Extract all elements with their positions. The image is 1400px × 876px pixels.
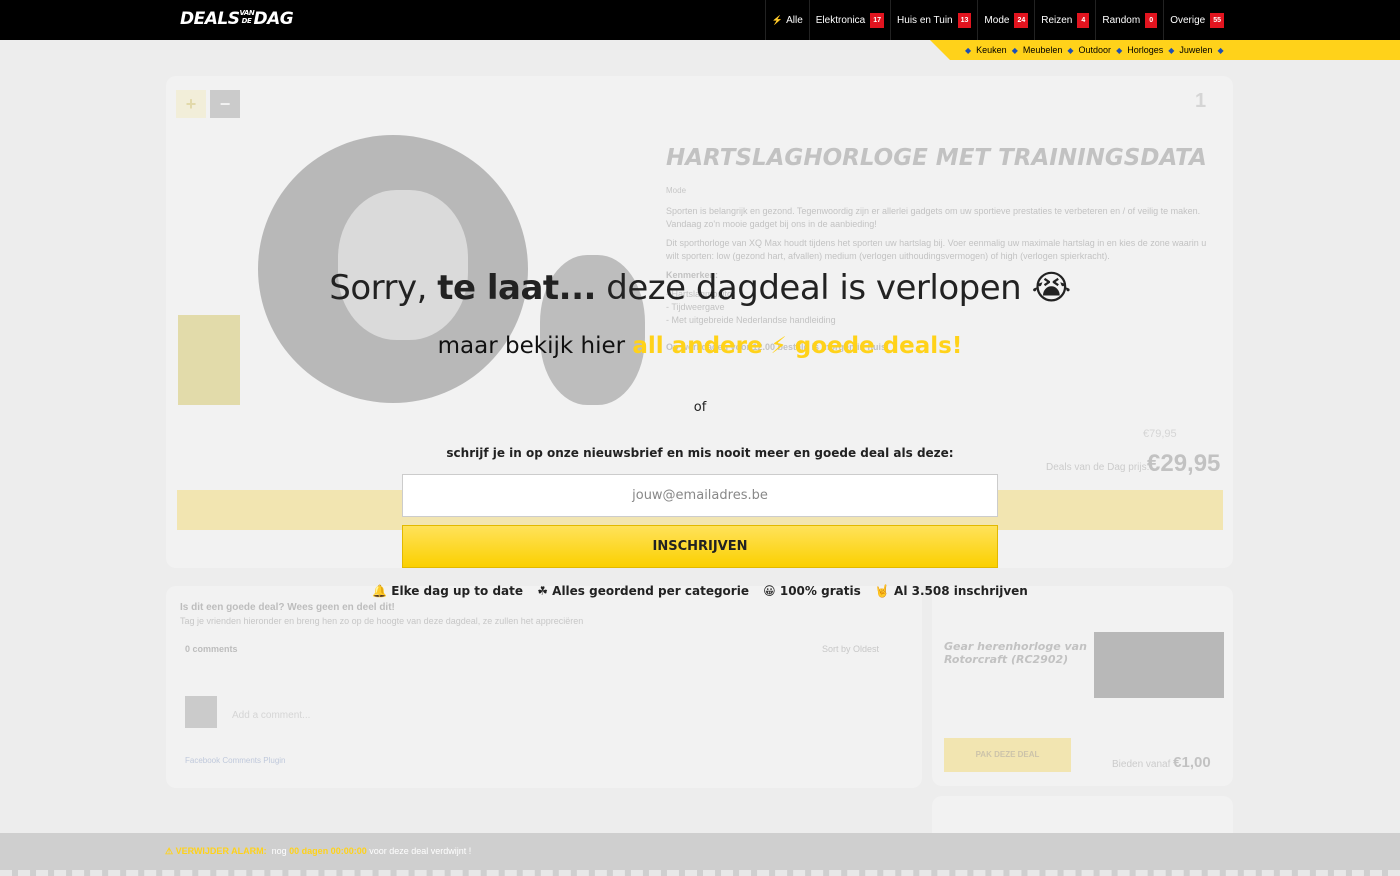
avatar — [185, 696, 217, 728]
upvote-button[interactable]: + — [176, 90, 206, 118]
feature-subscribers: 🤘 Al 3.508 inschrijven — [874, 584, 1028, 598]
feature-free: 😀 100% gratis — [763, 584, 861, 598]
comment-question: Is dit een goede deal? Wees geen en deel… — [180, 602, 395, 613]
email-input[interactable] — [402, 474, 998, 517]
subscribe-button[interactable]: INSCHRIJVEN — [402, 525, 998, 568]
facebook-plugin-link[interactable]: Facebook Comments Plugin — [185, 756, 286, 765]
expired-subtitle: maar bekijk hier all andere ⚡ goede deal… — [437, 333, 963, 359]
warning-icon: ⚠ — [165, 846, 174, 856]
comment-input[interactable]: Add a comment... — [232, 710, 310, 721]
newsletter-features: 🔔 Elke dag up to date ☘ Alles geordend p… — [0, 584, 1400, 598]
faded-page-background: + − 1 HARTSLAGHORLOGE MET TRAININGSDATA … — [0, 0, 1400, 876]
downvote-button[interactable]: − — [210, 90, 240, 118]
all-deals-link[interactable]: all andere ⚡ goede deals! — [632, 333, 962, 359]
comment-count: 0 comments — [185, 644, 238, 654]
side-deal-title[interactable]: Gear herenhorloge van Rotorcraft (RC2902… — [944, 640, 1089, 666]
product-thumbnail[interactable] — [178, 315, 240, 405]
alarm-countdown: 00 dagen 00:00:00 — [289, 846, 367, 856]
side-deal-image[interactable] — [1094, 632, 1224, 698]
alarm-bar: ⚠ VERWIJDER ALARM: nog 00 dagen 00:00:00… — [0, 833, 1400, 876]
alarm-remove-link[interactable]: VERWIJDER ALARM: — [176, 846, 267, 856]
expired-title: Sorry, te laat... deze dagdeal is verlop… — [329, 268, 1071, 308]
deal-title: HARTSLAGHORLOGE MET TRAININGSDATA — [666, 145, 1207, 171]
price-old: €79,95 — [1143, 428, 1177, 440]
price-label: Deals van de Dag prijs: — [1046, 462, 1150, 473]
comment-sort[interactable]: Sort by Oldest — [822, 644, 879, 654]
feature-daily: 🔔 Elke dag up to date — [372, 584, 524, 598]
vote-count: 1 — [1195, 90, 1207, 112]
feature-categories: ☘ Alles geordend per categorie — [537, 584, 749, 598]
comment-subtitle: Tag je vrienden hieronder en breng hen z… — [180, 616, 584, 626]
side-deal-price: Bieden vanaf €1,00 — [1112, 754, 1211, 771]
or-separator: of — [693, 400, 707, 415]
newsletter-prompt: schrijf je in op onze nieuwsbrief en mis… — [446, 446, 954, 460]
grab-deal-button[interactable]: PAK DEZE DEAL — [944, 738, 1071, 772]
deal-category[interactable]: Mode — [666, 186, 686, 195]
